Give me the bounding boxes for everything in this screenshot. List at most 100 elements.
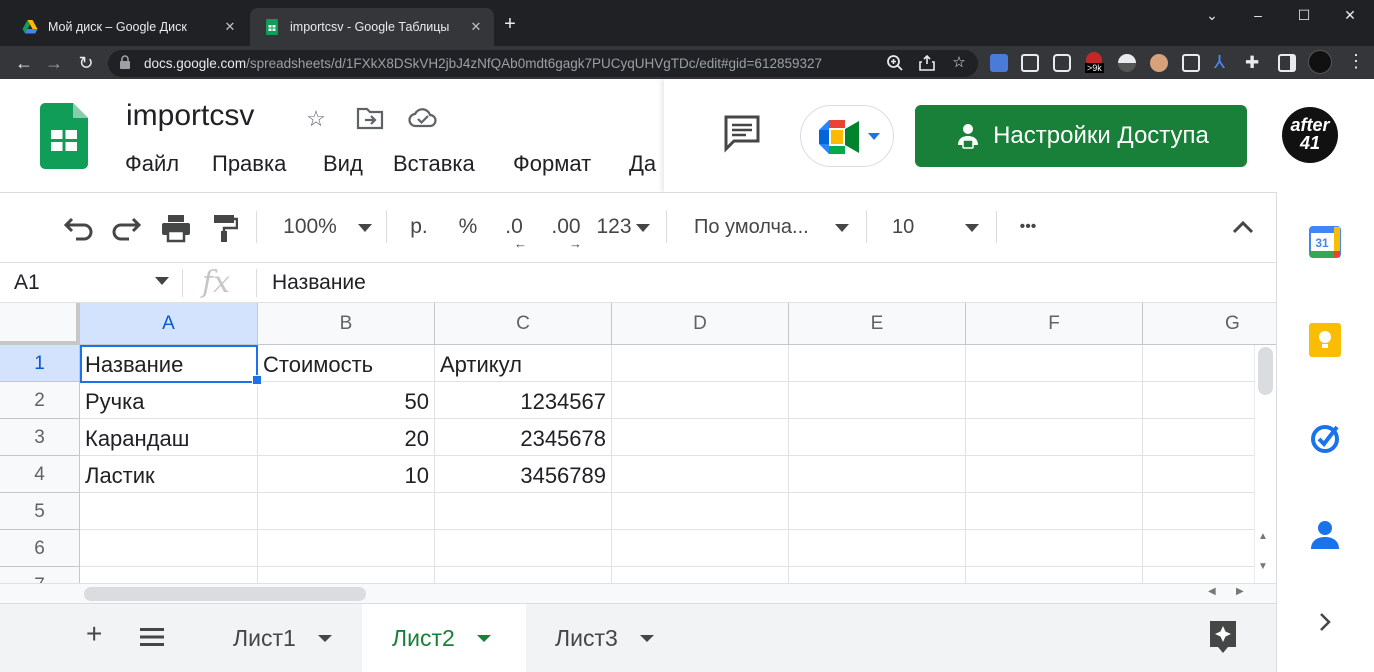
lock-icon[interactable] [119,55,131,69]
chevron-down-icon[interactable] [965,224,979,232]
back-button[interactable]: ← [12,51,36,75]
sheet-tab[interactable]: Лист1 [203,604,363,672]
url-field[interactable]: docs.google.com/spreadsheets/d/1FXkX8DSk… [108,50,978,77]
sheets-logo-icon[interactable] [40,103,88,169]
extensions-puzzle-icon[interactable]: ✚ [1245,53,1259,73]
maximize-button[interactable]: ☐ [1294,5,1314,25]
cell-c3[interactable]: 2345678 [435,419,612,456]
contacts-icon[interactable] [1311,519,1339,551]
empty-cell[interactable] [966,345,1143,382]
column-header[interactable]: B [258,303,435,345]
cell-c4[interactable]: 3456789 [435,456,612,493]
zoom-select[interactable]: 100% [270,207,350,247]
zoom-icon[interactable] [886,54,904,72]
empty-cell[interactable] [258,530,435,567]
close-window-button[interactable]: ✕ [1340,5,1360,25]
empty-cell[interactable] [612,345,789,382]
cell-b1[interactable]: Стоимость [258,345,435,382]
chevron-down-icon[interactable] [636,224,650,232]
collapse-toolbar-icon[interactable] [1231,219,1255,235]
menu-format[interactable]: Формат [513,151,591,177]
empty-cell[interactable] [789,493,966,530]
empty-cell[interactable] [258,567,435,583]
cell-b4[interactable]: 10 [258,456,435,493]
empty-cell[interactable] [789,530,966,567]
menu-file[interactable]: Файл [125,151,179,177]
lambda-extension-icon[interactable]: ⅄ [1214,52,1225,73]
cell-c2[interactable]: 1234567 [435,382,612,419]
font-family-select[interactable]: По умолча... [680,207,830,247]
scroll-up-icon[interactable]: ▲ [1258,531,1268,542]
chevron-down-icon[interactable] [639,635,654,642]
column-header[interactable]: F [966,303,1143,345]
browser-tab-drive[interactable]: Мой диск – Google Диск ✕ [8,8,248,46]
menu-insert[interactable]: Вставка [393,151,475,177]
redo-icon[interactable] [111,215,143,241]
number-format-button[interactable]: 123 [594,207,634,247]
scroll-down-icon[interactable]: ▼ [1258,561,1268,572]
cell-a1[interactable]: Название [80,345,258,382]
row-header[interactable]: 6 [0,530,80,567]
forward-button[interactable]: → [42,51,66,75]
chevron-right-icon[interactable] [1318,612,1332,632]
column-header[interactable]: D [612,303,789,345]
empty-cell[interactable] [966,382,1143,419]
column-header[interactable]: E [789,303,966,345]
sheet-tab-active[interactable]: Лист2 [362,604,526,672]
row-header[interactable]: 7 [0,567,80,583]
move-folder-icon[interactable] [356,105,384,131]
empty-cell[interactable] [80,493,258,530]
chevron-down-icon[interactable] [317,635,332,642]
share-button[interactable]: Настройки Доступа [915,105,1247,167]
empty-cell[interactable] [966,493,1143,530]
chevron-down-icon[interactable] [476,635,491,642]
profile-avatar[interactable] [1308,50,1332,74]
mail-extension-icon[interactable] [1182,54,1200,72]
empty-cell[interactable] [966,530,1143,567]
row-header[interactable]: 5 [0,493,80,530]
empty-cell[interactable] [435,530,612,567]
translate-extension-icon[interactable] [990,54,1008,72]
empty-cell[interactable] [789,456,966,493]
more-tools-button[interactable]: ••• [1008,207,1048,247]
cell-c1[interactable]: Артикул [435,345,612,382]
browser-tab-sheets[interactable]: importcsv - Google Таблицы ✕ [250,8,494,46]
cell-b3[interactable]: 20 [258,419,435,456]
empty-cell[interactable] [80,567,258,583]
empty-cell[interactable] [258,493,435,530]
row-header[interactable]: 4 [0,456,80,493]
empty-cell[interactable] [612,567,789,583]
horizontal-scrollbar-thumb[interactable] [84,587,366,601]
meet-button[interactable] [800,105,894,167]
new-tab-button[interactable]: + [500,14,520,34]
minimize-button[interactable]: – [1248,5,1268,25]
empty-cell[interactable] [435,567,612,583]
print-icon[interactable] [160,213,192,243]
currency-format-button[interactable]: р. [400,207,438,247]
empty-cell[interactable] [966,419,1143,456]
empty-cell[interactable] [789,382,966,419]
chrome-menu-icon[interactable]: ⋮ [1347,52,1365,70]
all-sheets-icon[interactable] [140,627,164,647]
side-panel-icon[interactable] [1278,54,1296,72]
paint-format-icon[interactable] [212,213,238,243]
star-icon[interactable]: ☆ [302,105,330,133]
empty-cell[interactable] [789,567,966,583]
empty-cell[interactable] [789,345,966,382]
scroll-right-icon[interactable]: ▶ [1236,586,1244,597]
empty-cell[interactable] [435,493,612,530]
empty-cell[interactable] [612,382,789,419]
sheet-tab[interactable]: Лист3 [525,604,685,672]
close-tab-icon[interactable]: ✕ [468,19,484,35]
menu-data[interactable]: Да [629,151,656,177]
cloud-saved-icon[interactable] [408,106,438,130]
column-header[interactable]: C [435,303,612,345]
empty-cell[interactable] [966,567,1143,583]
tab-search-icon[interactable]: ⌄ [1202,5,1222,25]
cell-a4[interactable]: Ластик [80,456,258,493]
undo-icon[interactable] [62,215,94,241]
empty-cell[interactable] [80,530,258,567]
window-extension-icon[interactable] [1021,54,1039,72]
cookie-extension-icon[interactable] [1150,54,1168,72]
vertical-scrollbar-thumb[interactable] [1258,347,1273,395]
